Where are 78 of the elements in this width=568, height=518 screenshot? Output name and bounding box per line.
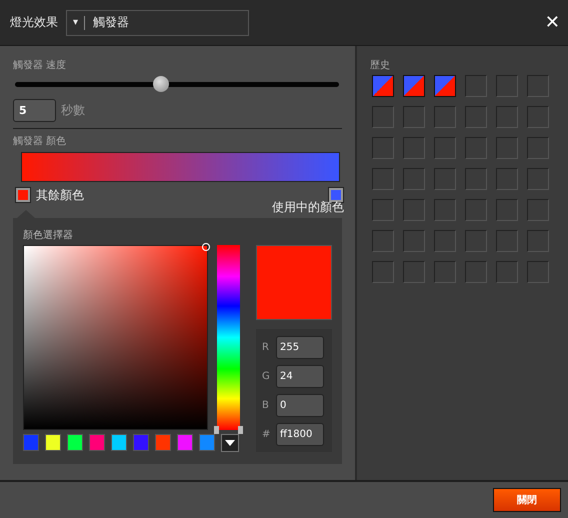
channel-label: B [262, 400, 270, 411]
history-cell[interactable] [465, 168, 487, 190]
history-cell[interactable] [496, 168, 518, 190]
history-cell[interactable] [527, 75, 549, 97]
channel-field[interactable]: 255 [276, 336, 324, 359]
history-cell[interactable] [372, 137, 394, 159]
picker-title: 顏色選擇器 [23, 228, 74, 240]
history-cell[interactable] [527, 199, 549, 221]
picker-cursor-icon [202, 243, 210, 251]
history-cell[interactable] [434, 168, 456, 190]
history-cell[interactable] [465, 261, 487, 283]
history-cell[interactable] [403, 230, 425, 252]
history-cell[interactable] [372, 230, 394, 252]
history-cell[interactable] [465, 137, 487, 159]
color-swatch[interactable] [199, 434, 215, 451]
color-label: 觸發器 顏色 [13, 136, 68, 148]
history-cell[interactable] [403, 261, 425, 283]
history-label: 歷史 [370, 60, 391, 72]
seconds-field[interactable]: 5 [13, 99, 56, 122]
color-swatch[interactable] [45, 434, 61, 451]
saturation-value-area[interactable] [23, 245, 208, 430]
history-cell[interactable] [434, 75, 456, 97]
history-cell[interactable] [372, 261, 394, 283]
history-cell[interactable] [372, 168, 394, 190]
history-cell[interactable] [496, 106, 518, 128]
more-swatches-button[interactable] [221, 434, 239, 452]
history-cell[interactable] [403, 168, 425, 190]
caret-icon [225, 440, 235, 446]
color-swatch[interactable] [89, 434, 105, 451]
history-cell[interactable] [434, 230, 456, 252]
history-cell[interactable] [527, 168, 549, 190]
history-cell[interactable] [527, 261, 549, 283]
seconds-unit: 秒數 [61, 102, 85, 119]
history-cell[interactable] [403, 106, 425, 128]
channel-field[interactable]: 0 [276, 394, 324, 417]
color-swatch[interactable] [155, 434, 171, 451]
history-cell[interactable] [496, 75, 518, 97]
history-cell[interactable] [496, 137, 518, 159]
channel-field[interactable]: 24 [276, 365, 324, 388]
close-dialog-button[interactable]: 關閉 [493, 488, 561, 512]
speed-slider-thumb[interactable] [152, 76, 169, 92]
stop-label: 其餘顏色 [36, 187, 84, 204]
history-cell[interactable] [527, 137, 549, 159]
channel-label: G [262, 371, 271, 382]
history-cell[interactable] [372, 199, 394, 221]
history-cell[interactable] [496, 230, 518, 252]
history-cell[interactable] [403, 137, 425, 159]
history-cell[interactable] [403, 199, 425, 221]
history-cell[interactable] [527, 230, 549, 252]
history-cell[interactable] [527, 106, 549, 128]
color-swatch[interactable] [177, 434, 193, 451]
color-swatch[interactable] [133, 434, 149, 451]
history-cell[interactable] [465, 199, 487, 221]
speed-label: 觸發器 速度 [13, 60, 68, 72]
effect-dropdown[interactable]: ▾ 觸發器 [66, 10, 249, 36]
history-cell[interactable] [434, 199, 456, 221]
history-cell[interactable] [465, 230, 487, 252]
history-cell[interactable] [372, 106, 394, 128]
history-cell[interactable] [434, 106, 456, 128]
window-title: 燈光效果 [10, 14, 58, 31]
stop-label: 使用中的顏色 [272, 199, 344, 216]
history-cell[interactable] [403, 75, 425, 97]
channel-label: R [262, 342, 270, 353]
history-cell[interactable] [465, 75, 487, 97]
close-button[interactable]: ✕ [544, 12, 560, 33]
color-stop-handle[interactable] [328, 187, 344, 203]
channel-label: # [262, 429, 271, 440]
history-cell[interactable] [496, 199, 518, 221]
color-swatch[interactable] [23, 434, 39, 451]
history-cell[interactable] [372, 75, 394, 97]
history-cell[interactable] [434, 261, 456, 283]
color-stop-handle[interactable] [15, 187, 31, 203]
channel-field[interactable]: ff1800 [276, 423, 324, 446]
color-swatch[interactable] [111, 434, 127, 451]
color-swatch[interactable] [67, 434, 83, 451]
history-cell[interactable] [496, 261, 518, 283]
history-cell[interactable] [465, 106, 487, 128]
history-cell[interactable] [434, 137, 456, 159]
